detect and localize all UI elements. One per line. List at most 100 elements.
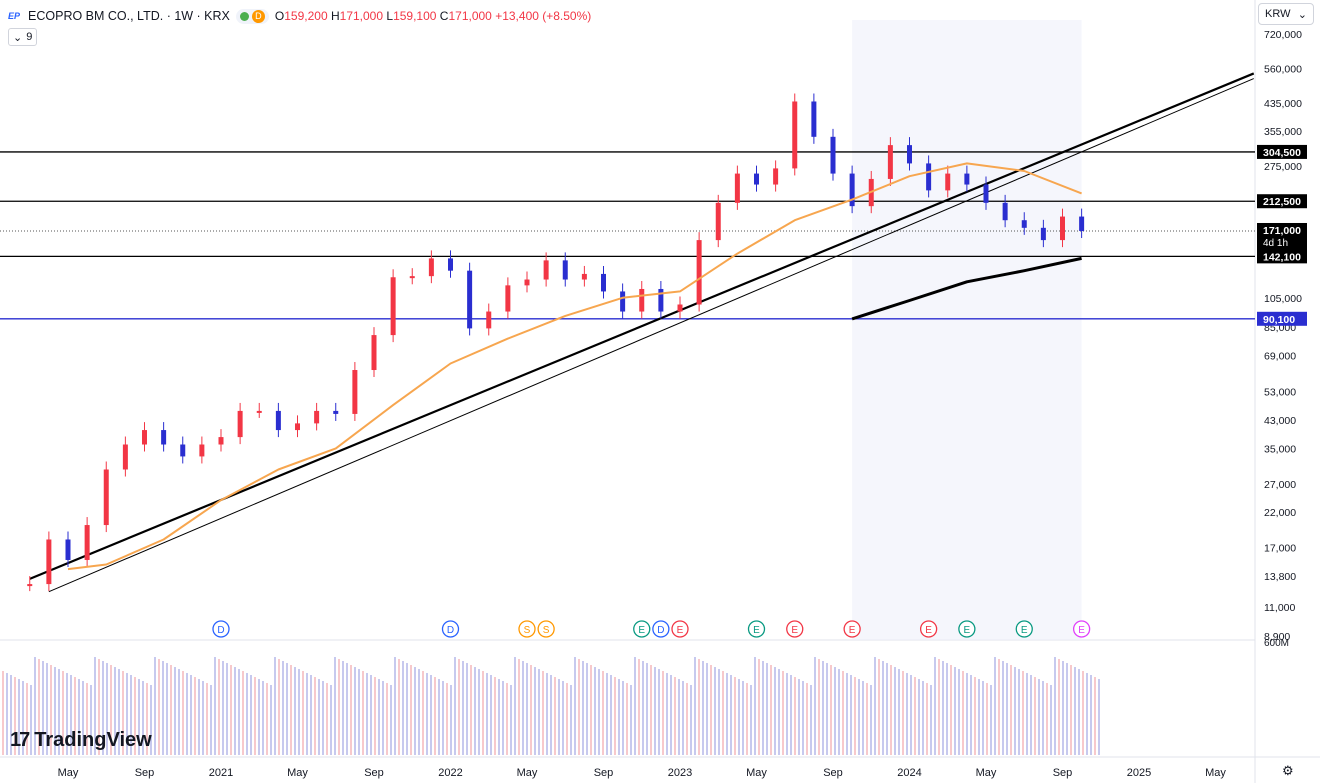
price-candle — [256, 410, 262, 413]
volume-bar — [622, 681, 624, 755]
y-tick-label: 435,000 — [1264, 98, 1302, 110]
price-candle — [620, 291, 626, 312]
volume-bar — [714, 667, 716, 755]
volume-bar — [258, 679, 260, 755]
volume-bar — [418, 669, 420, 755]
volume-bar — [826, 663, 828, 755]
volume-bar — [1026, 673, 1028, 755]
volume-bar — [282, 661, 284, 755]
volume-bar — [186, 673, 188, 755]
price-candle — [467, 270, 473, 329]
x-tick-label: Sep — [364, 767, 384, 779]
volume-bar — [286, 663, 288, 755]
x-tick-label: May — [517, 767, 538, 779]
chart-header: EP ECOPRO BM CO., LTD. · 1W · KRX D O159… — [8, 6, 591, 26]
volume-bar — [854, 677, 856, 755]
currency-select[interactable]: KRW ⌄ — [1258, 3, 1314, 25]
price-candle — [734, 173, 740, 203]
volume-bar — [946, 663, 948, 755]
volume-bar — [770, 665, 772, 755]
indicator-toggle[interactable]: D — [235, 8, 269, 24]
volume-bar — [574, 657, 576, 755]
volume-bar — [794, 677, 796, 755]
volume-bar — [198, 679, 200, 755]
legend-toggle-button[interactable]: ⌄ 9 — [8, 28, 38, 46]
volume-bar — [314, 677, 316, 755]
volume-bar — [978, 679, 980, 755]
volume-bar — [254, 677, 256, 755]
volume-bar — [906, 673, 908, 755]
volume-bar — [366, 673, 368, 755]
volume-bar — [1002, 661, 1004, 755]
y-tick-label: 720,000 — [1264, 29, 1302, 41]
brand-name: TradingView — [34, 729, 152, 751]
x-tick-label: 2022 — [438, 767, 462, 779]
volume-bar — [494, 677, 496, 755]
volume-bar — [674, 677, 676, 755]
event-marker-letter: E — [638, 625, 645, 636]
volume-bar — [778, 669, 780, 755]
volume-bar — [338, 659, 340, 755]
volume-bar — [454, 657, 456, 755]
price-candle — [945, 173, 951, 191]
settings-gear-icon[interactable]: ⚙ — [1282, 763, 1294, 779]
volume-bar — [802, 681, 804, 755]
volume-bar — [986, 683, 988, 755]
event-marker-letter: E — [677, 625, 684, 636]
ohlc-value: 171,000 — [448, 9, 492, 23]
volume-bar — [818, 659, 820, 755]
price-candle — [142, 430, 147, 445]
price-candle — [218, 437, 224, 445]
volume-bar — [330, 685, 332, 755]
x-tick-label: May — [1205, 767, 1226, 779]
chart-canvas[interactable]: D D S S E D E E E E E E E E 720,000 560,000 435,000 355,0… — [0, 0, 1320, 783]
volume-bar — [2, 671, 4, 755]
volume-bar — [542, 671, 544, 755]
y-tick-label: 560,000 — [1264, 63, 1302, 75]
volume-bar — [546, 673, 548, 755]
price-candle — [122, 444, 128, 470]
volume-bar — [234, 667, 236, 755]
volume-bar — [746, 683, 748, 755]
volume-bar — [562, 681, 564, 755]
x-tick-label: May — [287, 767, 308, 779]
volume-bar — [726, 673, 728, 755]
volume-bar — [1062, 661, 1064, 755]
volume-bar — [246, 673, 248, 755]
volume-bar — [850, 675, 852, 755]
volume-bar — [1054, 657, 1056, 755]
price-candle — [295, 423, 300, 431]
volume-bar — [982, 681, 984, 755]
volume-bar — [474, 667, 476, 755]
chevron-down-icon: ⌄ — [13, 31, 23, 44]
volume-bar — [734, 677, 736, 755]
volume-bar — [274, 657, 276, 755]
volume-bar — [466, 663, 468, 755]
current-price-label: 171,000 — [1263, 225, 1301, 237]
y-tick-label: 35,000 — [1264, 443, 1296, 455]
volume-bar — [738, 679, 740, 755]
status-dot-icon — [239, 11, 249, 21]
price-candle — [964, 173, 970, 185]
event-marker-letter: S — [524, 625, 531, 636]
volume-bar — [482, 671, 484, 755]
volume-bar — [914, 677, 916, 755]
volume-bar — [658, 669, 660, 755]
volume-bar — [298, 669, 300, 755]
price-level-tag-label: 304,500 — [1263, 147, 1301, 159]
volume-bar — [162, 661, 164, 755]
x-tick-label: 2023 — [668, 767, 692, 779]
price-candle — [65, 539, 71, 560]
volume-bar — [1042, 681, 1044, 755]
x-tick-label: May — [976, 767, 997, 779]
volume-bar — [434, 677, 436, 755]
price-candle — [715, 202, 721, 241]
volume-bar — [398, 659, 400, 755]
volume-bar — [362, 671, 364, 755]
price-candle — [84, 525, 90, 560]
tradingview-logo[interactable]: 17 TradingView — [10, 729, 152, 752]
volume-bar — [1082, 671, 1084, 755]
volume-bar — [698, 659, 700, 755]
volume-bar — [374, 677, 376, 755]
symbol-title[interactable]: ECOPRO BM CO., LTD. · 1W · KRX — [28, 9, 230, 23]
